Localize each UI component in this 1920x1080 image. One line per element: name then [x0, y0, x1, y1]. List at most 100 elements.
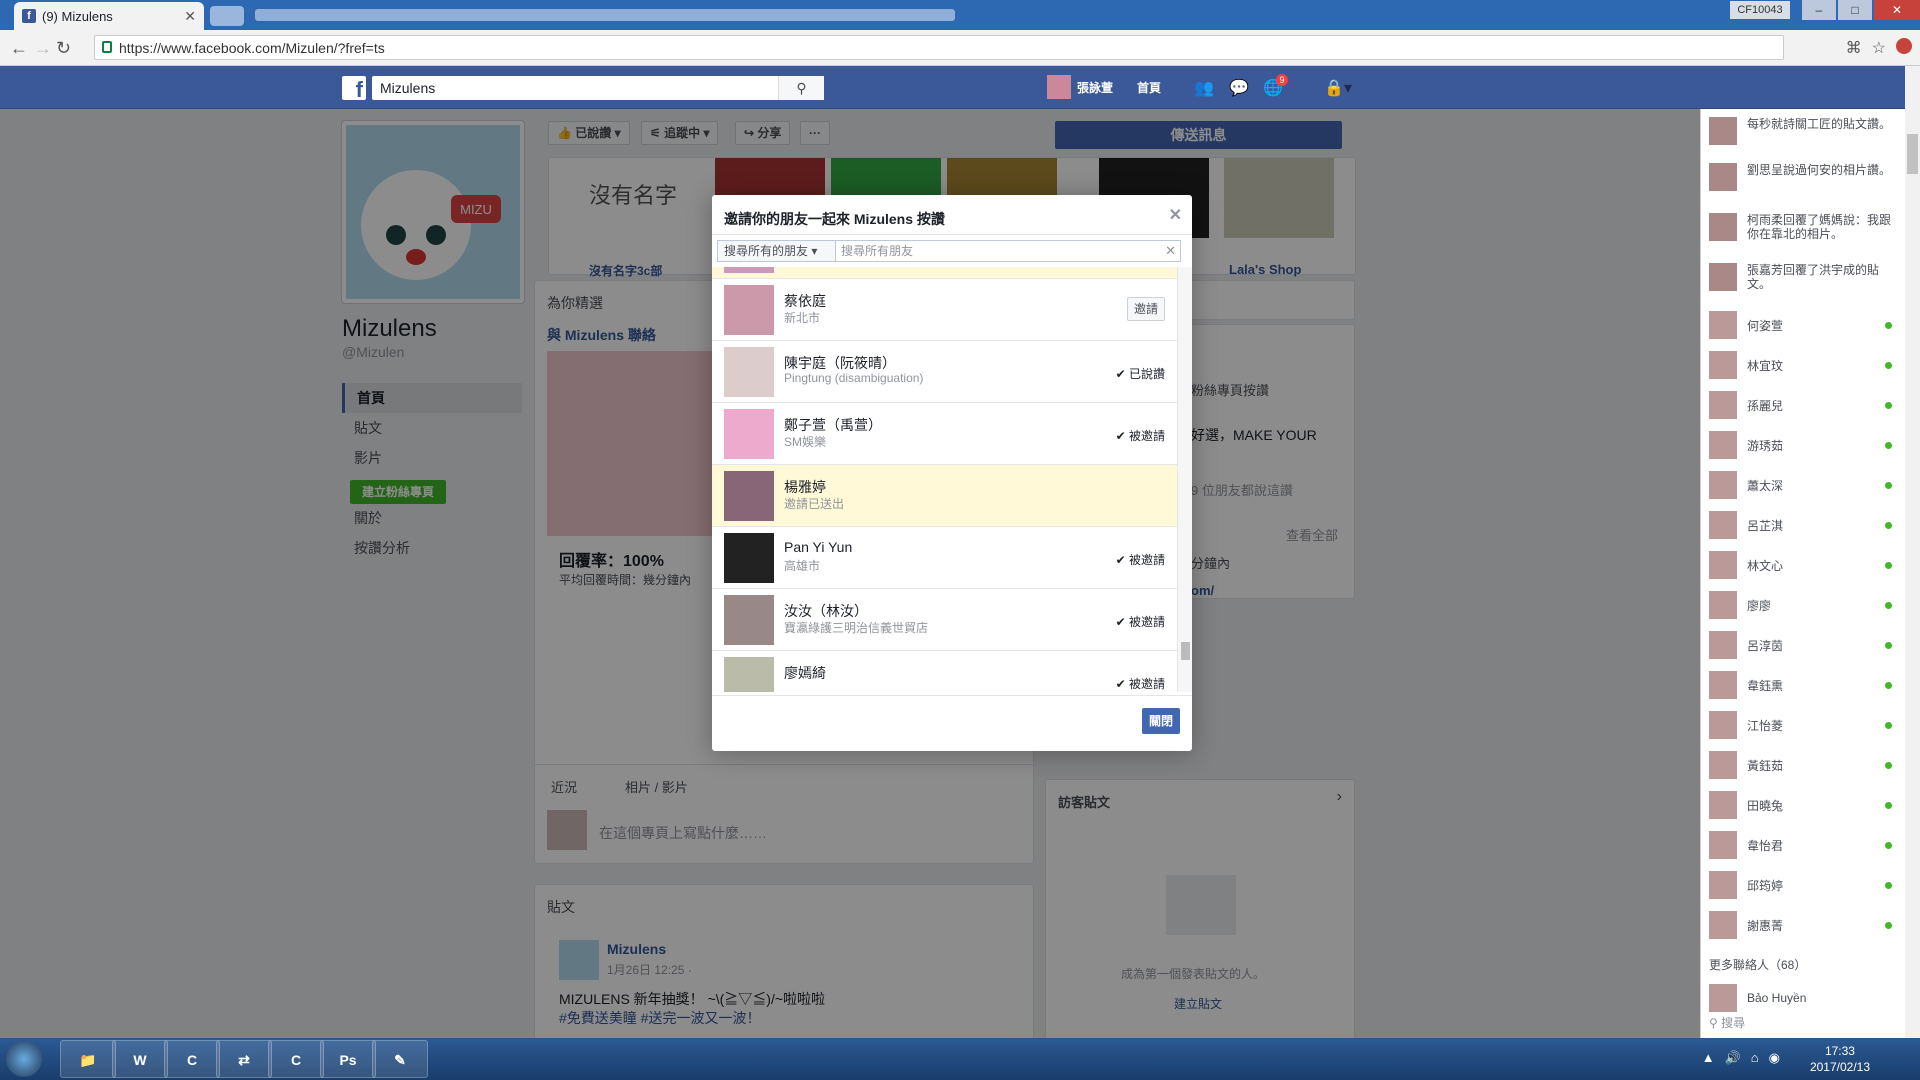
start-button[interactable]	[6, 1041, 42, 1077]
facebook-logo-icon[interactable]: f	[342, 76, 366, 102]
ticker-item[interactable]: 柯雨柔回覆了媽媽說：我跟你在靠北的相片。	[1701, 209, 1906, 251]
friend-avatar[interactable]	[724, 409, 774, 459]
settings-menu-icon[interactable]: 🔒▾	[1318, 78, 1358, 97]
online-status-icon	[1885, 441, 1892, 449]
chat-contact[interactable]: 呂淳茵	[1701, 629, 1906, 661]
contact-avatar	[1709, 351, 1737, 379]
translate-icon[interactable]: ⌘	[1846, 38, 1862, 58]
sync-app-icon[interactable]: ⇄	[216, 1040, 272, 1078]
chat-contact[interactable]: 游琇茹	[1701, 429, 1906, 461]
friend-avatar[interactable]	[724, 657, 774, 692]
extension-icon[interactable]	[1896, 38, 1912, 54]
chat-contact[interactable]: 田曉兔	[1701, 789, 1906, 821]
friend-search-input[interactable]: 搜尋所有朋友 ✕	[836, 241, 1180, 261]
friend-filter: 搜尋所有的朋友 ▾ 搜尋所有朋友 ✕	[717, 240, 1181, 262]
friend-name[interactable]: 廖嫣綺	[784, 663, 826, 683]
friend-name[interactable]: Pan Yi Yun	[784, 539, 852, 555]
online-status-icon	[1885, 561, 1892, 569]
chrome-app-icon[interactable]: C	[164, 1040, 220, 1078]
new-tab-button[interactable]	[210, 6, 244, 26]
chat-contact[interactable]: 謝惠菁	[1701, 909, 1906, 941]
chat-contact[interactable]: 林宜玟	[1701, 349, 1906, 381]
chat-contact[interactable]: 蕭太深	[1701, 469, 1906, 501]
chat-contact[interactable]: 韋鈺熏	[1701, 669, 1906, 701]
close-tab-icon[interactable]: ✕	[184, 8, 196, 25]
clear-search-icon[interactable]: ✕	[1165, 241, 1176, 261]
page-scrollbar-thumb[interactable]	[1907, 134, 1918, 174]
chat-sidebar: 每秒就詩關工匠的貼文讚。 劉思呈說過何安的相片讚。 柯雨柔回覆了媽媽說：我跟你在…	[1700, 109, 1905, 1038]
friend-name[interactable]: 蔡依庭	[784, 291, 826, 311]
invite-status: ✔ 被邀請	[1115, 429, 1165, 443]
friend-avatar[interactable]	[724, 533, 774, 583]
page-scrollbar[interactable]	[1905, 66, 1920, 1038]
friend-avatar[interactable]	[724, 595, 774, 645]
chrome-app-icon[interactable]: C	[268, 1040, 324, 1078]
close-dialog-icon[interactable]: ✕	[1169, 205, 1182, 225]
contact-avatar	[1709, 551, 1737, 579]
friend-name[interactable]: 鄭子萱（禹萱）	[784, 415, 882, 435]
close-button[interactable]: 關閉	[1142, 708, 1180, 734]
invite-friends-dialog: 邀請你的朋友一起來 Mizulens 按讚 ✕ 搜尋所有的朋友 ▾ 搜尋所有朋友…	[712, 195, 1192, 751]
friend-list-scroll-thumb[interactable]	[1181, 642, 1190, 660]
friend-row: 陳宇庭（阮筱晴） Pingtung (disambiguation) ✔ 已說讚	[712, 341, 1177, 403]
messages-icon[interactable]: 💬	[1228, 78, 1250, 97]
explorer-app-icon[interactable]: 📁	[60, 1040, 116, 1078]
friend-avatar[interactable]	[724, 347, 774, 397]
tray-icon[interactable]: ▲	[1702, 1050, 1715, 1066]
maximize-button[interactable]: □	[1838, 0, 1872, 20]
chat-contact[interactable]: 邱筠婷	[1701, 869, 1906, 901]
volume-icon[interactable]: 🔊	[1725, 1050, 1741, 1066]
friend-name[interactable]: 汝汝（林汝）	[784, 601, 868, 621]
window-label: CF10043	[1730, 1, 1790, 19]
chat-contact[interactable]: 林文心	[1701, 549, 1906, 581]
chat-contact[interactable]: 孫麗兒	[1701, 389, 1906, 421]
bookmark-star-icon[interactable]: ☆	[1872, 38, 1886, 58]
chat-contact[interactable]: Bảo Huyền	[1701, 982, 1906, 1014]
search-input[interactable]: Mizulens	[372, 76, 824, 100]
network-icon[interactable]: ⌂	[1751, 1050, 1759, 1066]
ticker-item[interactable]: 劉思呈說過何安的相片讚。	[1701, 159, 1906, 201]
user-avatar[interactable]	[1047, 75, 1071, 99]
contact-avatar	[1709, 984, 1737, 1012]
friend-name[interactable]: 陳宇庭（阮筱晴）	[784, 353, 896, 373]
close-window-button[interactable]: ✕	[1874, 0, 1920, 20]
friend-requests-icon[interactable]: 👥	[1193, 78, 1215, 97]
ticker-item[interactable]: 張嘉芳回覆了洪宇成的貼文。	[1701, 259, 1906, 301]
friend-list-scrollbar[interactable]	[1177, 267, 1192, 692]
chat-search-input[interactable]: ⚲ 搜尋	[1709, 1014, 1745, 1031]
window-controls: – □ ✕	[1800, 0, 1920, 22]
chat-contact[interactable]: 呂芷淇	[1701, 509, 1906, 541]
tab-mizulens[interactable]: f (9) Mizulens ✕	[14, 2, 204, 30]
clock[interactable]: 17:33 2017/02/13	[1810, 1043, 1870, 1075]
friend-name[interactable]: 楊雅婷	[784, 477, 826, 497]
home-link[interactable]: 首頁	[1137, 79, 1161, 96]
chat-contact[interactable]: 何姿萱	[1701, 309, 1906, 341]
more-contacts-label[interactable]: 更多聯絡人（68）	[1709, 956, 1806, 973]
browser-tabstrip: f (9) Mizulens ✕ CF10043 – □ ✕	[0, 0, 1920, 30]
wechat-app-icon[interactable]: W	[112, 1040, 168, 1078]
chat-contact[interactable]: 江怡菱	[1701, 709, 1906, 741]
chat-contact[interactable]: 黃鈺茹	[1701, 749, 1906, 781]
windows-taskbar: 📁 W C ⇄ C Ps ✎ ▲ 🔊 ⌂ ◉ 17:33 2017/02/13	[0, 1038, 1920, 1080]
invite-button[interactable]: 邀請	[1126, 297, 1165, 321]
reload-icon[interactable]: ↻	[56, 38, 71, 59]
contact-avatar	[1709, 431, 1737, 459]
user-name-link[interactable]: 張詠萱	[1077, 79, 1113, 96]
minimize-button[interactable]: –	[1802, 0, 1836, 20]
friend-subtitle: 新北市	[784, 311, 821, 325]
friend-avatar[interactable]	[724, 471, 774, 521]
photoshop-app-icon[interactable]: Ps	[320, 1040, 376, 1078]
wechat-tray-icon[interactable]: ◉	[1769, 1050, 1780, 1066]
address-bar[interactable]: https://www.facebook.com/Mizulen/?fref=t…	[94, 35, 1784, 60]
search-button[interactable]: ⚲	[778, 76, 824, 100]
chat-contact[interactable]: 廖廖	[1701, 589, 1906, 621]
forward-icon[interactable]: →	[34, 38, 52, 59]
back-icon[interactable]: ←	[10, 38, 28, 59]
invite-status: ✔ 被邀請	[1115, 553, 1165, 567]
editor-app-icon[interactable]: ✎	[372, 1040, 428, 1078]
friend-row: 邀請已送出	[712, 267, 1177, 279]
ticker-item[interactable]: 每秒就詩關工匠的貼文讚。	[1701, 113, 1906, 155]
chat-contact[interactable]: 韋怡君	[1701, 829, 1906, 861]
filter-dropdown[interactable]: 搜尋所有的朋友 ▾	[718, 241, 836, 261]
friend-avatar[interactable]	[724, 285, 774, 335]
